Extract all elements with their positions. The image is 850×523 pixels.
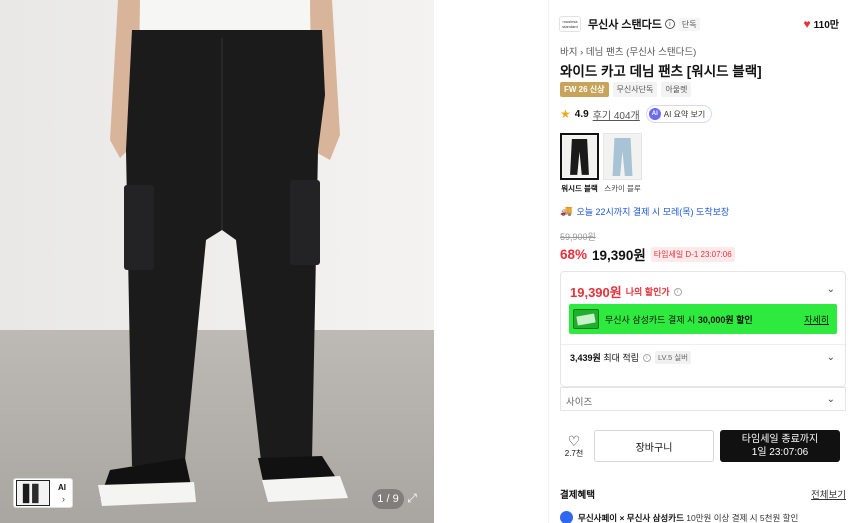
points-amount: 3,439원 [570,353,601,363]
benefit-title: 무신사페이 × 무신사 삼성카드 [578,512,684,523]
card-promo-prefix: 무신사 삼성카드 결제 시 [605,314,698,325]
buy-now-button[interactable]: 타임세일 종료까지 1일 23:07:06 [720,430,840,462]
payment-benefits-header: 결제혜택 전체보기 [560,487,846,501]
swatch-image [603,133,642,180]
size-placeholder: 사이즈 [566,397,593,408]
ai-icon: AI [648,108,661,120]
size-select[interactable]: 사이즈 ⌄ [560,387,846,411]
card-promo-detail-link[interactable]: 자세히 [804,313,829,326]
tag-exclusive: 무신사단독 [612,82,658,97]
thumbnail-image [16,480,50,506]
brand-logo-text: musinsa standard [562,19,578,29]
original-price: 59,900원 [560,232,596,242]
swatch-sky-blue[interactable]: 스카이 블루 [603,133,642,194]
divider [561,344,845,345]
add-to-cart-button[interactable]: 장바구니 [594,430,714,462]
rating-score: 4.9 [574,108,589,120]
payment-benefit-item[interactable]: 무신사페이 × 무신사 삼성카드 10만원 이상 결제 시 5천원 할인 [560,511,798,523]
member-level-badge: LV.5 실버 [654,351,692,364]
buy-button-line1: 타임세일 종료까지 [741,434,819,445]
info-icon[interactable]: i [673,287,682,296]
star-icon: ★ [560,107,571,121]
brand-like-count: 110만 [813,20,839,31]
credit-card-icon [573,309,599,329]
brand-like-button[interactable]: ♥ 110만 [803,16,839,32]
points-row[interactable]: 3,439원 최대 적립 i LV.5 실버 [570,351,692,364]
my-price-label: 나의 할인가 [625,287,670,297]
brand-row: musinsa standard 무신사 스탠다드 i 단독 ♥ 110만 [559,14,847,34]
ai-thumbnail-button[interactable]: AI › [13,478,73,508]
product-photo [0,0,434,523]
buy-button-line2: 1일 23:07:06 [751,447,809,458]
payment-benefits-title: 결제혜택 [560,490,595,501]
info-icon[interactable]: i [664,19,675,29]
swatch-label: 워시드 블랙 [561,184,598,193]
delivery-text: 오늘 22시까지 결제 시 모레(목) 도착보장 [576,207,730,217]
ai-summary-button[interactable]: AI AI 요약 보기 [645,105,713,123]
exclusive-badge: 단독 [678,17,700,31]
breadcrumb[interactable]: 바지 › 데님 팬츠 (무신사 스탠다드) [560,44,696,58]
like-button[interactable]: ♡ 2.7천 [560,434,588,459]
heart-outline-icon: ♡ [567,432,581,449]
points-text: 3,439원 최대 적립 [570,351,639,364]
chevron-right-icon: › [62,494,65,504]
tag-outlet: 아울렛 [661,82,692,97]
card-promo-amount: 30,000원 할인 [697,314,753,325]
expand-icon[interactable]: ⤢ [404,490,420,506]
chevron-down-icon[interactable]: ⌄ [827,284,835,295]
heart-icon: ♥ [803,16,811,31]
tag-season: FW 26 신상 [560,82,609,97]
benefit-desc: 10만원 이상 결제 시 5천원 할인 [683,512,799,523]
musinsa-pay-icon [560,511,573,523]
action-bar: ♡ 2.7천 장바구니 타임세일 종료까지 1일 23:07:06 [560,430,846,462]
delivery-guarantee[interactable]: 🚚 오늘 22시까지 결제 시 모레(목) 도착보장 [560,205,729,218]
timesale-badge: 타임세일 D-1 23:07:06 [650,246,735,262]
info-icon[interactable]: i [642,353,651,362]
card-promo-banner[interactable]: 무신사 삼성카드 결제 시 30,000원 할인 자세히 [569,304,837,334]
image-pager: 1 / 9 [372,489,404,509]
card-promo-text: 무신사 삼성카드 결제 시 30,000원 할인 [605,313,753,326]
brand-name-link[interactable]: 무신사 스탠다드 [588,16,662,32]
product-tags: FW 26 신상 무신사단독 아울렛 [560,82,692,97]
points-label: 최대 적립 [600,353,639,363]
product-image-gallery[interactable]: AI › 1 / 9 ⤢ [0,0,434,523]
product-info-panel: musinsa standard 무신사 스탠다드 i 단독 ♥ 110만 바지… [549,0,850,523]
truck-icon: 🚚 [560,206,573,217]
price-row: 68% 19,390원 타임세일 D-1 23:07:06 [560,244,735,264]
swatch-washed-black[interactable]: 워시드 블랙 [560,133,599,194]
view-all-link[interactable]: 전체보기 [811,487,846,501]
sale-price: 19,390원 [592,248,646,263]
discount-rate: 68% [560,246,588,262]
product-title: 와이드 카고 데님 팬츠 [워시드 블랙] [560,64,762,79]
swatch-label: 스카이 블루 [604,184,641,193]
ai-summary-label: AI 요약 보기 [663,109,706,119]
my-price-row[interactable]: 19,390원 나의 할인가 i [570,282,682,301]
chevron-down-icon: ⌄ [826,394,835,405]
like-count: 2.7천 [564,448,584,458]
chevron-down-icon[interactable]: ⌄ [827,352,835,363]
swatch-image [560,133,599,180]
brand-logo[interactable]: musinsa standard [559,16,581,32]
ai-label: AI [58,483,66,492]
benefit-text: 무신사페이 × 무신사 삼성카드 10만원 이상 결제 시 5천원 할인 [578,512,798,523]
color-swatches: 워시드 블랙 스카이 블루 [560,133,642,194]
rating-row: ★ 4.9 후기 404개 AI AI 요약 보기 [560,105,713,123]
my-price: 19,390원 [570,285,622,300]
my-price-box: 19,390원 나의 할인가 i ⌄ 무신사 삼성카드 결제 시 30,000원… [560,271,846,387]
review-link[interactable]: 후기 404개 [593,107,640,122]
